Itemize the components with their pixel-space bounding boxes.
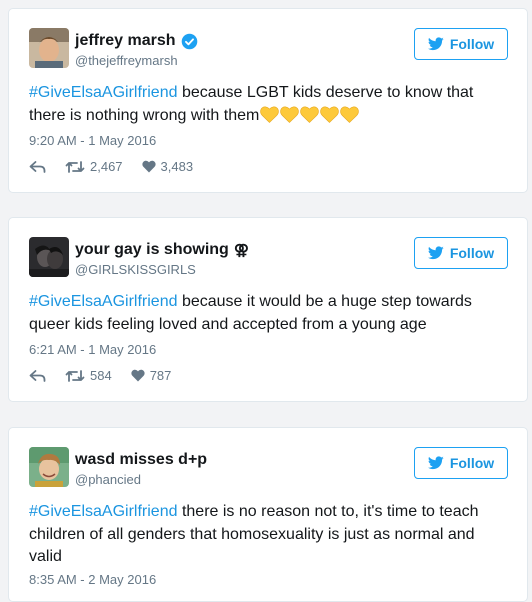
like-button[interactable]: 3,483 — [141, 159, 194, 174]
tweet-actions: 2,467 3,483 — [29, 159, 212, 174]
heart-icon — [141, 160, 156, 173]
author-name-row: your gay is showing ⚢ — [75, 239, 249, 261]
retweet-button[interactable]: 2,467 — [65, 159, 123, 174]
bird-icon — [427, 456, 444, 470]
yellow-heart-emoji — [260, 106, 280, 123]
tweet-card: jeffrey marsh @thejeffreymarsh Follow #G… — [8, 8, 528, 193]
author-name[interactable]: jeffrey marsh — [75, 31, 176, 51]
avatar[interactable] — [29, 28, 69, 68]
tweet-text: #GiveElsaAGirlfriend there is no reason … — [29, 501, 503, 569]
tweet-card: wasd misses d+p @phancied Follow #GiveEl… — [8, 427, 528, 602]
author-name[interactable]: wasd misses d+p — [75, 450, 207, 470]
yellow-heart-emoji-group — [259, 106, 360, 124]
reply-icon — [29, 369, 46, 382]
author-name-row: wasd misses d+p — [75, 449, 207, 471]
bird-icon — [427, 37, 444, 51]
retweet-button[interactable]: 584 — [65, 368, 112, 383]
yellow-heart-emoji — [320, 106, 340, 123]
reply-button[interactable] — [29, 369, 46, 383]
yellow-heart-emoji — [340, 106, 360, 123]
author-handle[interactable]: @phancied — [75, 472, 141, 488]
yellow-heart-emoji — [300, 106, 320, 123]
bird-icon — [427, 246, 444, 260]
follow-button-label: Follow — [449, 245, 495, 261]
avatar[interactable] — [29, 237, 69, 277]
tweet-actions: 584 787 — [29, 368, 190, 383]
retweet-icon — [65, 369, 85, 382]
hashtag-link[interactable]: #GiveElsaAGirlfriend — [29, 293, 178, 310]
tweet-text: #GiveElsaAGirlfriend because LGBT kids d… — [29, 82, 503, 127]
author-handle[interactable]: @thejeffreymarsh — [75, 53, 178, 69]
retweet-count: 2,467 — [90, 159, 123, 174]
tweet-card: your gay is showing ⚢ @GIRLSKISSGIRLS Fo… — [8, 217, 528, 402]
reply-button[interactable] — [29, 160, 46, 174]
hashtag-link[interactable]: #GiveElsaAGirlfriend — [29, 503, 178, 520]
retweet-icon — [65, 160, 85, 173]
retweet-count: 584 — [90, 368, 112, 383]
avatar[interactable] — [29, 447, 69, 487]
like-count: 3,483 — [160, 159, 194, 174]
tweet-timestamp[interactable]: 8:35 AM - 2 May 2016 — [29, 572, 156, 587]
heart-icon — [131, 369, 145, 382]
hashtag-link[interactable]: #GiveElsaAGirlfriend — [29, 84, 178, 101]
reply-icon — [29, 160, 46, 173]
author-name-row: jeffrey marsh — [75, 30, 198, 52]
like-button[interactable]: 787 — [131, 368, 172, 383]
tweet-timestamp[interactable]: 6:21 AM - 1 May 2016 — [29, 342, 156, 357]
lesbian-symbol-icon: ⚢ — [233, 242, 249, 259]
follow-button[interactable]: Follow — [414, 237, 508, 269]
yellow-heart-emoji — [280, 106, 300, 123]
follow-button-label: Follow — [449, 455, 495, 471]
tweet-timestamp[interactable]: 9:20 AM - 1 May 2016 — [29, 133, 156, 148]
tweet-text: #GiveElsaAGirlfriend because it would be… — [29, 291, 503, 336]
follow-button[interactable]: Follow — [414, 28, 508, 60]
follow-button-label: Follow — [449, 36, 495, 52]
like-count: 787 — [149, 368, 172, 383]
follow-button[interactable]: Follow — [414, 447, 508, 479]
author-name[interactable]: your gay is showing — [75, 240, 229, 260]
author-handle[interactable]: @GIRLSKISSGIRLS — [75, 262, 196, 278]
verified-badge-icon — [181, 33, 198, 50]
